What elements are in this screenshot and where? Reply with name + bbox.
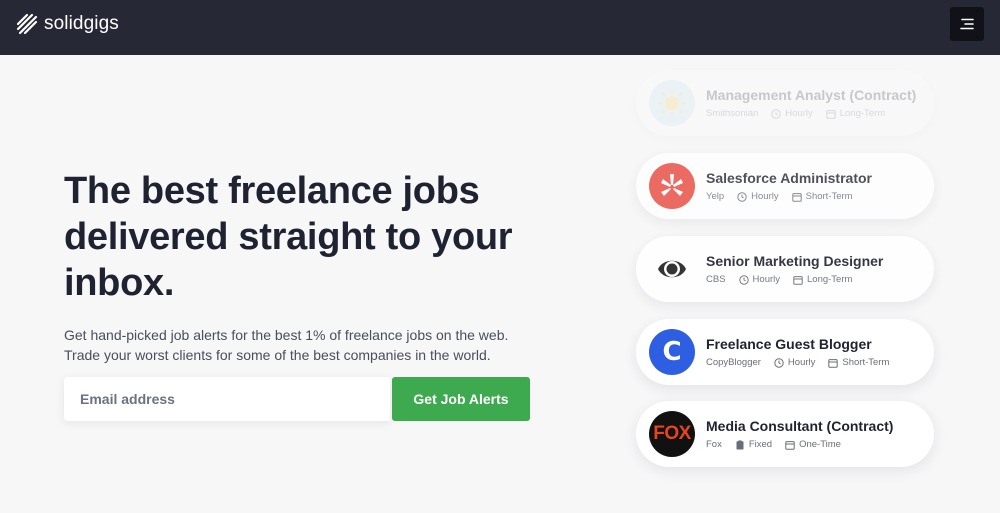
- clock-icon: [737, 191, 747, 202]
- brand-logo[interactable]: solidgigs: [16, 13, 119, 35]
- top-navigation-bar: solidgigs: [0, 0, 1000, 55]
- menu-icon: [960, 18, 974, 30]
- calendar-icon: [793, 275, 803, 285]
- job-title: Freelance Guest Blogger: [706, 336, 872, 352]
- smithsonian-logo: [649, 80, 695, 126]
- yelp-logo: [649, 163, 695, 209]
- job-term: One-Time: [785, 439, 841, 450]
- job-title: Media Consultant (Contract): [706, 418, 894, 434]
- job-company: Smithsonian: [706, 108, 759, 119]
- menu-button[interactable]: [950, 7, 984, 41]
- job-term: Short-Term: [828, 357, 889, 368]
- solidgigs-logo-icon: [16, 13, 38, 35]
- clock-icon: [774, 357, 784, 368]
- job-term: Short-Term: [791, 191, 853, 202]
- job-rate: Hourly: [774, 357, 815, 368]
- job-title: Salesforce Administrator: [706, 170, 872, 186]
- cbs-eye-icon: [658, 260, 686, 278]
- job-title: Management Analyst (Contract): [706, 87, 917, 103]
- job-card[interactable]: FOX Media Consultant (Contract) Fox Fixe…: [636, 401, 934, 467]
- job-rate: Hourly: [737, 191, 779, 202]
- job-title: Senior Marketing Designer: [706, 253, 884, 269]
- clock-icon: [738, 274, 749, 285]
- brand-name: solidgigs: [44, 13, 119, 34]
- job-term: Long-Term: [793, 274, 852, 285]
- copyblogger-logo: C: [649, 329, 695, 375]
- get-job-alerts-button[interactable]: Get Job Alerts: [392, 377, 530, 421]
- job-company: Yelp: [706, 191, 725, 202]
- job-card[interactable]: Management Analyst (Contract) Smithsonia…: [636, 70, 934, 136]
- job-card[interactable]: C Freelance Guest Blogger CopyBlogger Ho…: [636, 319, 934, 385]
- calendar-icon: [791, 192, 802, 202]
- job-rate: Hourly: [771, 108, 813, 119]
- calendar-icon: [828, 358, 839, 368]
- job-rate: Hourly: [738, 274, 780, 285]
- job-company: CBS: [706, 274, 726, 285]
- hero-title: The best freelance jobs delivered straig…: [64, 170, 513, 304]
- job-term: Long-Term: [826, 108, 885, 119]
- job-card[interactable]: Senior Marketing Designer CBS Hourly Lon…: [636, 236, 934, 302]
- clipboard-icon: [736, 439, 744, 449]
- fox-wordmark-icon: FOX: [653, 423, 691, 444]
- sun-icon: [658, 89, 686, 117]
- email-input[interactable]: [64, 377, 390, 421]
- job-company: CopyBlogger: [706, 357, 761, 368]
- copyblogger-c-icon: C: [662, 337, 682, 367]
- job-card[interactable]: Salesforce Administrator Yelp Hourly Sho…: [636, 153, 934, 219]
- calendar-icon: [826, 109, 836, 119]
- fox-logo: FOX: [649, 411, 695, 457]
- calendar-icon: [785, 440, 795, 450]
- job-company: Fox: [706, 439, 722, 450]
- hero-subtitle: Get hand-picked job alerts for the best …: [64, 327, 509, 363]
- job-rate: Fixed: [735, 439, 772, 450]
- cbs-logo: [649, 246, 695, 292]
- clock-icon: [771, 108, 781, 119]
- yelp-burst-icon: [661, 174, 683, 196]
